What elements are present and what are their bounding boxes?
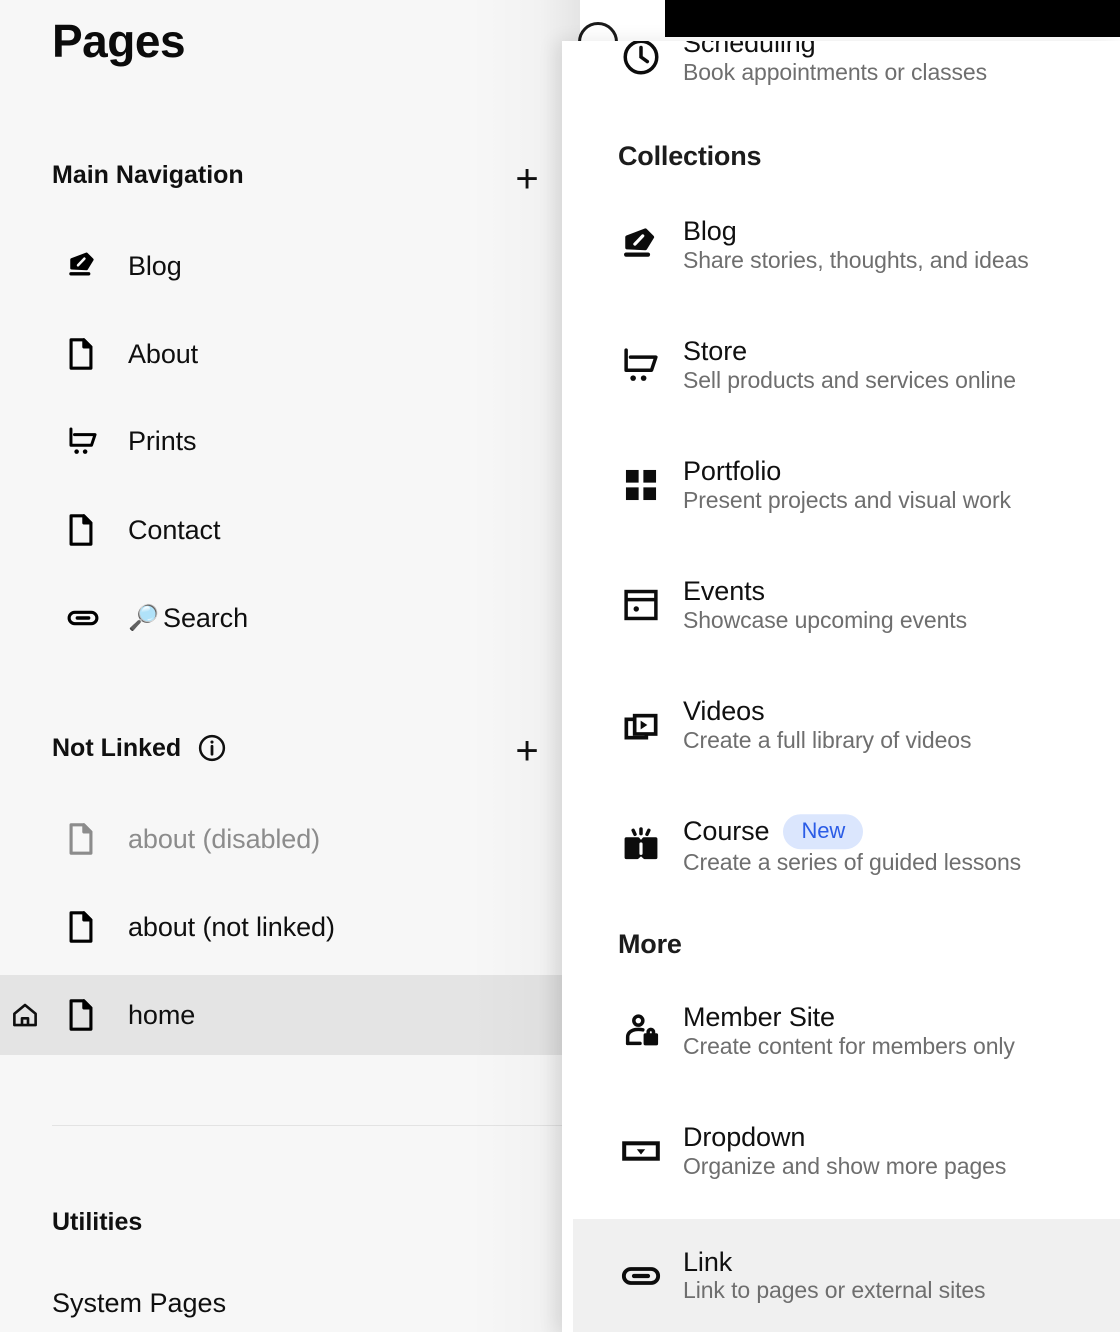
page-icon — [66, 998, 100, 1032]
panel-option-title: Member Site — [683, 1001, 835, 1032]
sidebar-divider — [52, 1125, 580, 1126]
grid-icon — [619, 463, 663, 507]
sidebar-item-label: about (not linked) — [128, 911, 335, 942]
home-icon — [10, 1000, 42, 1030]
panel-option-description: Share stories, thoughts, and ideas — [683, 246, 1029, 273]
info-icon[interactable] — [197, 733, 227, 763]
panel-option-title: Dropdown — [683, 1121, 806, 1152]
panel-option-course[interactable]: Course New Create a series of guided les… — [573, 805, 1120, 885]
pen-nib-icon — [619, 223, 663, 267]
panel-option-title: Scheduling — [683, 41, 816, 58]
sidebar-item-label-text: Search — [163, 602, 248, 633]
page-title: Pages — [52, 15, 186, 67]
panel-group-heading-more: More — [618, 929, 682, 959]
panel-option-title: Link — [683, 1246, 733, 1277]
panel-option-title: Portfolio — [683, 455, 782, 486]
panel-option-text: Link Link to pages or external sites — [683, 1246, 986, 1304]
plus-icon: + — [515, 157, 539, 201]
link-icon — [619, 1254, 663, 1298]
pages-sidebar: Pages Main Navigation + Blog About Print… — [0, 0, 580, 1332]
panel-option-text: Scheduling Book appointments or classes — [683, 41, 987, 85]
add-main-navigation-page-button[interactable]: + — [505, 157, 549, 201]
panel-option-dropdown[interactable]: Dropdown Organize and show more pages — [573, 1111, 1120, 1191]
panel-option-member-site[interactable]: Member Site Create content for members o… — [573, 991, 1120, 1071]
calendar-icon — [619, 583, 663, 627]
panel-option-description: Create a full library of videos — [683, 726, 972, 753]
sidebar-item-label: Contact — [128, 514, 221, 545]
panel-option-videos[interactable]: Videos Create a full library of videos — [573, 685, 1120, 765]
link-icon — [66, 601, 100, 635]
sidebar-item-about[interactable]: About — [0, 314, 580, 394]
sidebar-item-blog[interactable]: Blog — [0, 226, 580, 306]
pages-panel-screen: Pages Main Navigation + Blog About Print… — [0, 0, 1120, 1332]
panel-option-text: Store Sell products and services online — [683, 335, 1016, 393]
panel-option-store[interactable]: Store Sell products and services online — [573, 325, 1120, 405]
panel-option-scheduling[interactable]: Scheduling Book appointments or classes — [573, 41, 1120, 97]
dropdown-icon — [619, 1129, 663, 1173]
page-icon — [66, 337, 100, 371]
sidebar-item-label: about (disabled) — [128, 823, 321, 854]
section-heading-not-linked: Not Linked — [52, 733, 227, 763]
panel-option-text: Videos Create a full library of videos — [683, 695, 972, 753]
sidebar-item-search[interactable]: 🔎 Search — [0, 578, 580, 658]
panel-option-events[interactable]: Events Showcase upcoming events — [573, 565, 1120, 645]
panel-option-text: Member Site Create content for members o… — [683, 1001, 1015, 1059]
clock-icon — [619, 41, 663, 79]
cart-icon — [66, 424, 100, 458]
section-heading-main-navigation: Main Navigation — [52, 161, 244, 190]
pen-nib-icon — [66, 249, 100, 283]
panel-group-heading-collections: Collections — [618, 141, 762, 171]
sidebar-item-label: 🔎 Search — [128, 603, 248, 634]
panel-option-title: Course New — [683, 814, 1021, 850]
sidebar-item-about-not-linked[interactable]: about (not linked) — [0, 887, 580, 967]
panel-option-text: Blog Share stories, thoughts, and ideas — [683, 215, 1029, 273]
panel-option-text: Dropdown Organize and show more pages — [683, 1121, 1007, 1179]
panel-option-description: Book appointments or classes — [683, 58, 988, 85]
panel-option-description: Link to pages or external sites — [683, 1277, 986, 1304]
new-badge: New — [783, 814, 864, 850]
sidebar-item-label: Prints — [128, 425, 197, 456]
magnifier-emoji-icon: 🔎 — [128, 603, 160, 632]
sidebar-item-home[interactable]: home — [0, 975, 580, 1055]
panel-option-title-text: Course — [683, 815, 770, 846]
panel-option-description: Create a series of guided lessons — [683, 849, 1022, 876]
video-icon — [619, 703, 663, 747]
panel-option-title: Events — [683, 575, 765, 606]
sidebar-item-label: Blog — [128, 250, 182, 281]
plus-icon: + — [515, 729, 539, 773]
panel-option-text: Portfolio Present projects and visual wo… — [683, 455, 1011, 513]
panel-option-description: Present projects and visual work — [683, 486, 1011, 513]
sidebar-item-about-disabled[interactable]: about (disabled) — [0, 799, 580, 879]
panel-option-description: Create content for members only — [683, 1032, 1015, 1059]
top-black-bar — [665, 0, 1120, 37]
add-page-type-panel: Scheduling Book appointments or classes … — [562, 41, 1120, 1332]
sidebar-item-label: About — [128, 338, 199, 369]
panel-option-description: Showcase upcoming events — [683, 606, 967, 633]
add-not-linked-page-button[interactable]: + — [505, 729, 549, 773]
section-heading-label: Main Navigation — [52, 161, 244, 189]
panel-option-title: Blog — [683, 215, 737, 246]
panel-option-portfolio[interactable]: Portfolio Present projects and visual wo… — [573, 445, 1120, 525]
sidebar-item-label: home — [128, 999, 196, 1030]
section-heading-label: Not Linked — [52, 733, 182, 762]
sidebar-item-system-pages[interactable]: System Pages — [52, 1288, 226, 1319]
page-icon — [66, 822, 100, 856]
panel-option-description: Sell products and services online — [683, 366, 1016, 393]
sidebar-item-prints[interactable]: Prints — [0, 401, 580, 481]
panel-option-blog[interactable]: Blog Share stories, thoughts, and ideas — [573, 205, 1120, 285]
panel-option-description: Organize and show more pages — [683, 1152, 1007, 1179]
panel-option-title: Store — [683, 335, 748, 366]
book-icon — [619, 823, 663, 867]
panel-option-title: Videos — [683, 695, 765, 726]
member-lock-icon — [619, 1009, 663, 1053]
cart-icon — [619, 343, 663, 387]
panel-option-text: Course New Create a series of guided les… — [683, 814, 1021, 876]
page-icon — [66, 513, 100, 547]
panel-option-text: Events Showcase upcoming events — [683, 575, 967, 633]
page-icon — [66, 910, 100, 944]
sidebar-item-contact[interactable]: Contact — [0, 490, 580, 570]
panel-option-link[interactable]: Link Link to pages or external sites — [573, 1219, 1120, 1332]
section-heading-utilities: Utilities — [52, 1208, 143, 1236]
